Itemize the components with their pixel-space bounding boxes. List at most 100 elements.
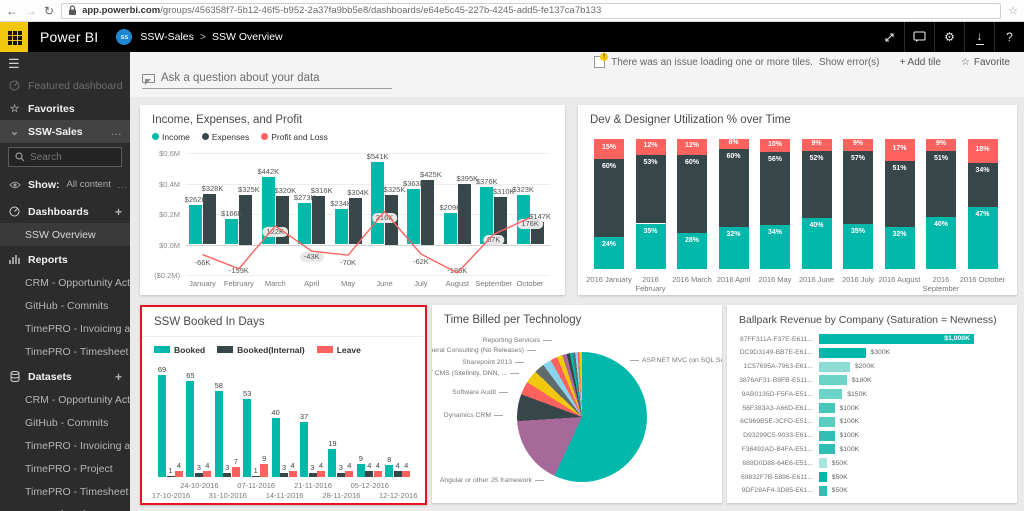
sidebar-dataset-item[interactable]: CRM - Opportunity Activity	[0, 388, 130, 411]
sidebar-dataset-item[interactable]: TimePRO - Invoicing and ...	[0, 434, 130, 457]
legend-swatch-booked-internal	[217, 346, 233, 353]
tile-ssw-booked-in-days[interactable]: SSW Booked In Days Booked Booked(Interna…	[140, 305, 427, 505]
x-axis-label: 12-12-2016	[372, 491, 424, 500]
ellipsis-icon[interactable]: ...	[118, 180, 129, 190]
header-actions: ⚙ ↓ ?	[874, 22, 1024, 52]
internal-bar	[309, 473, 317, 477]
leader-line	[515, 362, 524, 363]
segment-percent-label: 9%	[811, 140, 821, 147]
sidebar-report-item[interactable]: GitHub - Commits	[0, 294, 130, 317]
leave-bar	[289, 471, 297, 477]
profit-value-label: -186K	[447, 266, 467, 275]
ellipsis-icon[interactable]: ...	[111, 127, 122, 137]
sidebar-report-item[interactable]: CRM - Opportunity Activity	[0, 271, 130, 294]
bar-value-label: 37	[300, 412, 308, 421]
sidebar-dataset-item[interactable]: TimePRO - Project	[0, 457, 130, 480]
booked-bar	[158, 375, 166, 477]
sidebar-report-item[interactable]: TimePRO - Timesheet data	[0, 340, 130, 363]
app-launcher-icon[interactable]	[0, 22, 28, 52]
featured-dashboard-icon	[8, 80, 21, 91]
add-tile-button[interactable]: + Add tile	[899, 57, 940, 68]
tile-ballpark-revenue[interactable]: Ballpark Revenue by Company (Saturation …	[727, 305, 1017, 503]
bar-value-label: 40	[271, 408, 279, 417]
x-axis-label: 05-12-2016	[344, 481, 396, 490]
sidebar-section-dashboards[interactable]: Dashboards +	[0, 200, 130, 223]
bar-value-label: 9	[359, 454, 363, 463]
ballpark-row: 56F383A3-A66D-E61...$100K	[727, 402, 1017, 414]
settings-gear-icon[interactable]: ⚙	[934, 22, 964, 52]
workspace-avatar[interactable]: ss	[116, 29, 132, 45]
search-icon	[15, 152, 25, 162]
sidebar-item-favorites[interactable]: ☆ Favorites	[0, 97, 130, 120]
sidebar-item-ssw-overview[interactable]: SSW Overview	[0, 223, 130, 246]
legend-swatch-profit	[261, 133, 268, 140]
pie-slice-label: Dynamics CRM	[444, 412, 503, 419]
utilization-chart-plot: 15%60%24%12%53%35%12%60%28%8%60%32%10%56…	[590, 139, 1005, 269]
sidebar-report-item[interactable]: TimePRO - Invoicing and ...	[0, 317, 130, 340]
show-errors-link[interactable]: Show error(s)	[819, 57, 880, 68]
qna-search-box[interactable]: Ask a question about your data	[142, 72, 392, 89]
browser-reload-icon[interactable]: ↻	[44, 5, 54, 17]
sidebar-item-streaming-datasets[interactable]: Streaming datasets	[0, 503, 130, 511]
show-value: All content	[67, 179, 111, 190]
x-axis-label: 21-11-2016	[287, 481, 339, 490]
dataset-item-label: TimePRO - Project	[25, 463, 113, 475]
internal-segment	[719, 149, 749, 227]
leader-line	[630, 360, 639, 361]
browser-forward-icon[interactable]: →	[25, 5, 37, 17]
sidebar-dataset-item[interactable]: TimePRO - Timesheet data	[0, 480, 130, 503]
breadcrumb-page[interactable]: SSW Overview	[212, 31, 283, 43]
revenue-bar: $1,000K	[819, 334, 974, 344]
add-dataset-icon[interactable]: +	[115, 370, 122, 384]
tile-dev-designer-utilization[interactable]: Dev & Designer Utilization % over Time 1…	[578, 105, 1017, 295]
address-bar[interactable]: app.powerbi.com/groups/456358f7-5b12-46f…	[61, 3, 1001, 19]
hamburger-menu-icon[interactable]: ☰	[0, 52, 130, 74]
revenue-bar	[819, 348, 866, 358]
segment-percent-label: 35%	[851, 228, 865, 235]
help-icon[interactable]: ?	[994, 22, 1024, 52]
tile-income-expenses-profit[interactable]: Income, Expenses, and Profit Income Expe…	[140, 105, 565, 295]
browser-back-icon[interactable]: ←	[6, 5, 18, 17]
pie-slice-label: General Consulting (No Releases)	[432, 347, 536, 354]
fullscreen-icon[interactable]	[874, 22, 904, 52]
sidebar-workspace-ssw-sales[interactable]: ⌄ SSW-Sales ...	[0, 120, 130, 143]
sidebar-section-reports[interactable]: Reports	[0, 248, 130, 271]
warning-row: There was an issue loading one or more t…	[594, 56, 1010, 68]
segment-percent-label: 47%	[975, 211, 989, 218]
bar-value-label: 65	[186, 371, 194, 380]
show-label: Show:	[28, 179, 60, 191]
revenue-bar	[819, 444, 835, 454]
income-bar	[298, 203, 311, 245]
profit-value-label: -66K	[195, 258, 211, 267]
y-axis-tick: $0.0M	[146, 241, 180, 250]
bar-value-label: 69	[158, 365, 166, 374]
bookmark-star-icon[interactable]: ☆	[1008, 4, 1018, 17]
sidebar-search[interactable]	[8, 147, 122, 167]
booked-bar	[328, 449, 336, 477]
sidebar-section-datasets[interactable]: Datasets +	[0, 365, 130, 388]
expenses-bar	[276, 196, 289, 245]
tile-time-billed-per-technology[interactable]: Time Billed per Technology ASP.NET MVC (…	[432, 305, 722, 503]
sidebar-dataset-item[interactable]: GitHub - Commits	[0, 411, 130, 434]
leave-bar	[232, 467, 240, 477]
download-icon[interactable]: ↓	[964, 22, 994, 52]
ballpark-row: 3876AF31-B9FB-E511...$180K	[727, 374, 1017, 386]
company-id-label: 1C57695A-7963-E61...	[727, 363, 819, 370]
internal-bar	[365, 471, 373, 477]
segment-percent-label: 10%	[768, 141, 782, 148]
search-input[interactable]	[30, 152, 115, 163]
profit-value-label: 122K	[263, 227, 289, 237]
sidebar-item-featured-dashboard[interactable]: Featured dashboard ...	[0, 74, 130, 97]
report-item-label: TimePRO - Timesheet data	[25, 346, 130, 358]
internal-segment	[843, 151, 873, 224]
sidebar-show-filter[interactable]: Show: All content ...	[0, 173, 130, 196]
add-dashboard-icon[interactable]: +	[115, 205, 122, 219]
chart-legend: Income Expenses Profit and Loss	[140, 126, 565, 142]
ballpark-row: 1C57695A-7963-E61...$200K	[727, 361, 1017, 373]
revenue-bar	[819, 389, 842, 399]
segment-percent-label: 18%	[975, 146, 989, 153]
favorite-button[interactable]: ☆ Favorite	[961, 57, 1010, 68]
segment-percent-label: 52%	[809, 155, 823, 162]
comment-icon[interactable]	[904, 22, 934, 52]
breadcrumb-workspace[interactable]: SSW-Sales	[140, 31, 194, 43]
